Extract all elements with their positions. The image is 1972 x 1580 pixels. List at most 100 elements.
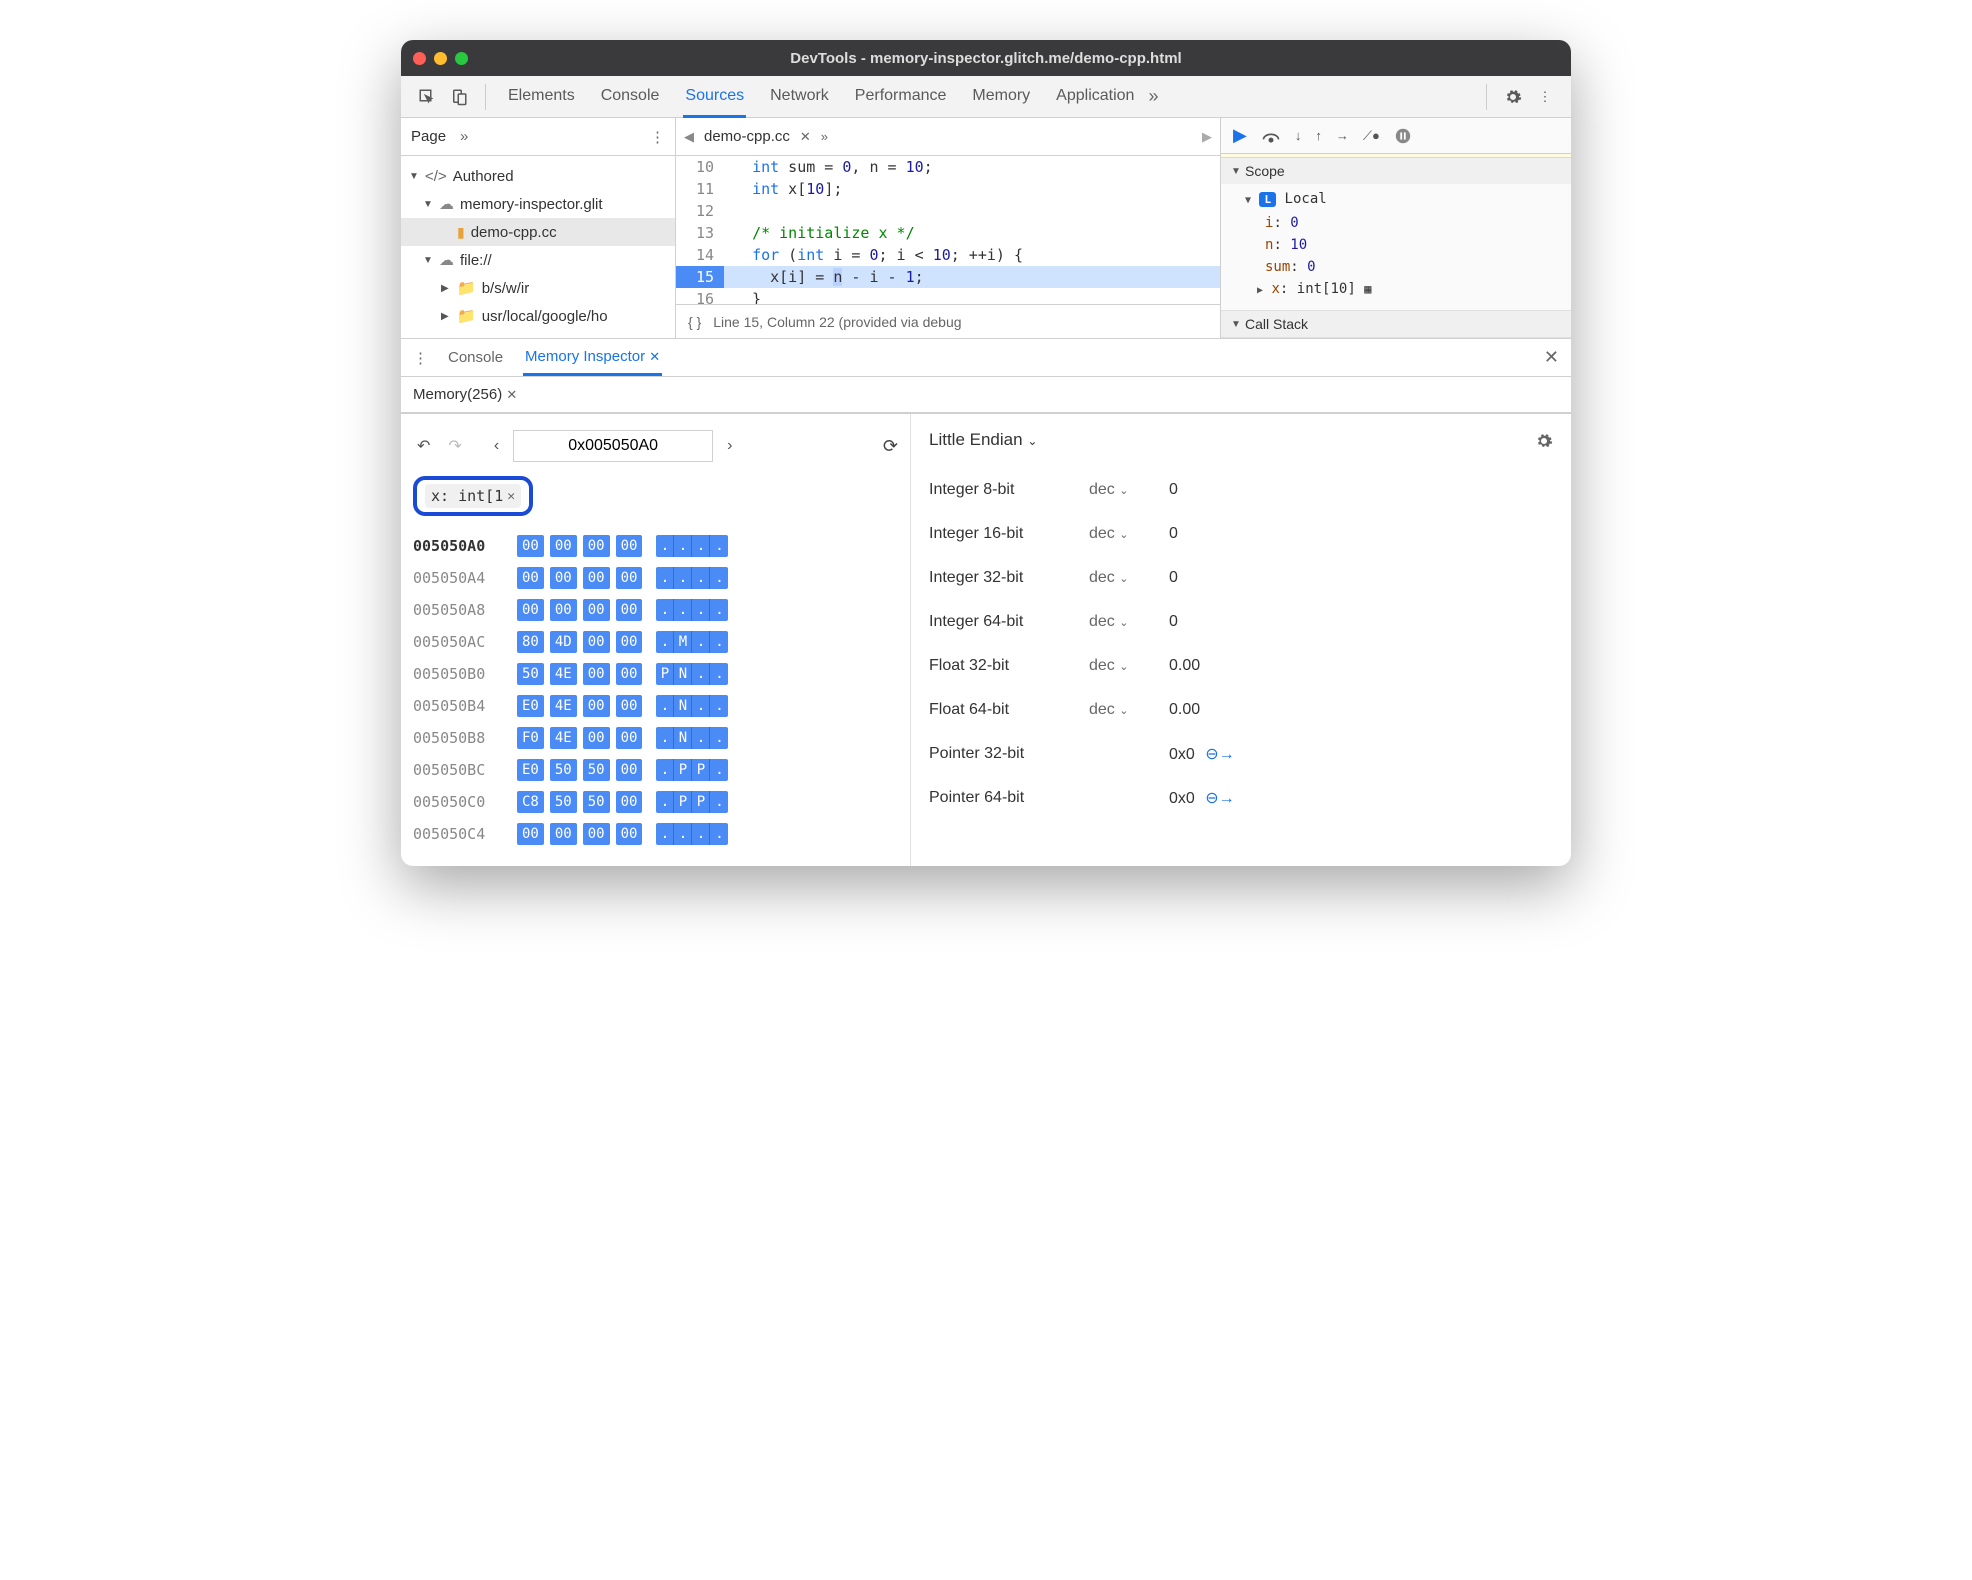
scope-local[interactable]: ▼ L Local [1245,188,1561,212]
tree-file-scheme[interactable]: ▼☁file:// [401,246,675,274]
close-icon[interactable]: ✕ [506,387,517,402]
deactivate-bp-icon[interactable]: ⟋● [1363,128,1380,144]
hex-row[interactable]: 005050A4 00000000 .... [413,562,898,594]
address-input[interactable] [513,430,713,462]
editor-status: Line 15, Column 22 (provided via debug [713,314,961,330]
editor-filename: demo-cpp.cc [704,128,790,145]
chip-remove-icon[interactable]: ✕ [507,489,515,504]
format-select[interactable]: dec ⌄ [1089,701,1169,719]
drawer-close-icon[interactable]: ✕ [1544,347,1559,368]
close-tab-icon[interactable]: ✕ [800,129,811,145]
value-row: Pointer 64-bit 0x0 ⊖→ [929,776,1553,820]
hex-row[interactable]: 005050B8 F04E0000 .N.. [413,722,898,754]
editor-overflow-icon[interactable]: » [821,129,828,144]
tree-file-demo[interactable]: ▮demo-cpp.cc [401,218,675,246]
code-line[interactable]: 15 x[i] = n - i - 1; [676,266,1220,288]
format-select[interactable]: dec ⌄ [1089,657,1169,675]
settings-icon[interactable] [1501,85,1525,109]
drawer: ⋮ Console Memory Inspector ✕ ✕ Memory(25… [401,338,1571,866]
pause-exc-icon[interactable] [1394,127,1412,145]
hex-row[interactable]: 005050AC 804D0000 .M.. [413,626,898,658]
object-highlight-chip: x: int[1✕ [413,476,533,516]
format-select[interactable]: dec ⌄ [1089,569,1169,587]
nav-back-icon[interactable]: ◀ [684,129,694,145]
step-over-icon[interactable] [1261,127,1281,144]
code-line[interactable]: 12 [676,200,1220,222]
tab-memory[interactable]: Memory [970,77,1032,117]
value-row: Pointer 32-bit 0x0 ⊖→ [929,732,1553,776]
scope-var[interactable]: i: 0 [1265,212,1561,234]
hex-row[interactable]: 005050C4 00000000 .... [413,818,898,850]
format-select[interactable]: dec ⌄ [1089,613,1169,631]
chevron-down-icon: ⌄ [1027,434,1037,448]
format-select[interactable]: dec ⌄ [1089,525,1169,543]
tab-performance[interactable]: Performance [853,77,949,117]
tab-sources[interactable]: Sources [683,77,746,118]
scope-var[interactable]: n: 10 [1265,234,1561,256]
more-tabs-icon[interactable]: » [1148,86,1158,107]
scope-var[interactable]: sum: 0 [1265,256,1561,278]
code-editor: ◀ demo-cpp.cc ✕ » ▶ 10 int sum = 0, n = … [676,118,1221,338]
tab-application[interactable]: Application [1054,77,1136,117]
prev-page-icon[interactable]: ‹ [490,437,503,455]
tab-elements[interactable]: Elements [506,77,577,117]
redo-icon: ↷ [444,436,465,456]
format-select[interactable]: dec ⌄ [1089,481,1169,499]
refresh-icon[interactable]: ⟳ [883,436,898,457]
tree-folder-2[interactable]: ▶📁usr/local/google/ho [401,302,675,330]
scope-var-x[interactable]: ▶ x: int[10] ▦ [1245,278,1561,302]
page-tab[interactable]: Page [411,128,446,145]
kebab-icon[interactable]: ⋮ [1533,85,1557,109]
code-line[interactable]: 16 } [676,288,1220,304]
value-row: Integer 8-bit dec ⌄ 0 [929,468,1553,512]
debugger-pane: ▶ ↓ ↑ → ⟋● ▼Scope ▼ L Local i: 0n: 10sum… [1221,118,1571,338]
hex-row[interactable]: 005050A0 00000000 .... [413,530,898,562]
value-row: Float 32-bit dec ⌄ 0.00 [929,644,1553,688]
step-into-icon[interactable]: ↓ [1295,128,1302,143]
jump-to-address-icon[interactable]: ⊖→ [1205,790,1234,807]
endianness-select[interactable]: Little Endian ⌄ [929,430,1037,450]
close-icon[interactable]: ✕ [649,349,660,364]
resume-icon[interactable]: ▶ [1233,125,1247,146]
reveal-memory-icon[interactable]: ▦ [1364,282,1371,296]
code-line[interactable]: 10 int sum = 0, n = 10; [676,156,1220,178]
tab-console[interactable]: Console [599,77,662,117]
code-line[interactable]: 14 for (int i = 0; i < 10; ++i) { [676,244,1220,266]
value-row: Integer 16-bit dec ⌄ 0 [929,512,1553,556]
value-row: Float 64-bit dec ⌄ 0.00 [929,688,1553,732]
drawer-menu-icon[interactable]: ⋮ [413,349,428,367]
window-title: DevTools - memory-inspector.glitch.me/de… [401,50,1571,67]
scope-header[interactable]: ▼Scope [1221,158,1571,184]
drawer-tab-memory-inspector[interactable]: Memory Inspector ✕ [523,340,662,376]
next-page-icon[interactable]: › [723,437,736,455]
tree-authored[interactable]: ▼</>Authored [401,162,675,190]
sources-sidebar: Page » ⋮ ▼</>Authored ▼☁memory-inspector… [401,118,676,338]
hex-row[interactable]: 005050B4 E04E0000 .N.. [413,690,898,722]
hex-row[interactable]: 005050B0 504E0000 PN.. [413,658,898,690]
device-icon[interactable] [447,85,471,109]
undo-icon[interactable]: ↶ [413,436,434,456]
titlebar: DevTools - memory-inspector.glitch.me/de… [401,40,1571,76]
jump-to-address-icon[interactable]: ⊖→ [1205,746,1234,763]
tab-network[interactable]: Network [768,77,831,117]
sidebar-overflow-icon[interactable]: » [460,128,468,145]
sidebar-menu-icon[interactable]: ⋮ [650,128,665,146]
step-out-icon[interactable]: ↑ [1315,128,1322,143]
step-icon[interactable]: → [1336,128,1349,143]
drawer-tab-console[interactable]: Console [446,341,505,374]
code-line[interactable]: 11 int x[10]; [676,178,1220,200]
tree-domain[interactable]: ▼☁memory-inspector.glit [401,190,675,218]
hex-row[interactable]: 005050C0 C8505000 .PP. [413,786,898,818]
inspect-icon[interactable] [415,85,439,109]
run-snippet-icon[interactable]: ▶ [1202,129,1212,145]
value-row: Integer 64-bit dec ⌄ 0 [929,600,1553,644]
memory-tab[interactable]: Memory(256) ✕ [413,386,517,403]
value-settings-icon[interactable] [1535,430,1553,450]
hex-row[interactable]: 005050A8 00000000 .... [413,594,898,626]
hex-row[interactable]: 005050BC E0505000 .PP. [413,754,898,786]
tree-folder-1[interactable]: ▶📁b/s/w/ir [401,274,675,302]
pretty-print-icon[interactable]: { } [688,314,701,330]
callstack-header[interactable]: ▼Call Stack [1221,311,1571,337]
value-row: Integer 32-bit dec ⌄ 0 [929,556,1553,600]
code-line[interactable]: 13 /* initialize x */ [676,222,1220,244]
